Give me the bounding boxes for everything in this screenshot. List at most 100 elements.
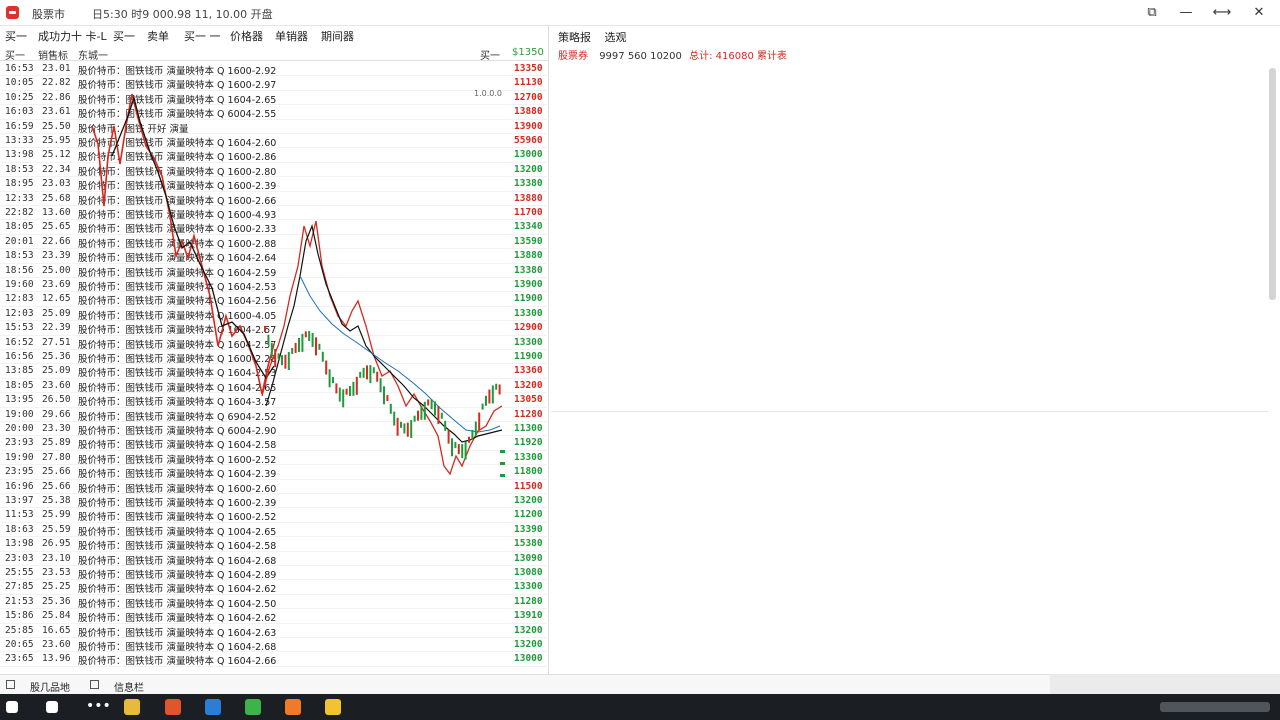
row-description: 股价特币：图铁钱币 演量映特本 Q 6904-2.52	[78, 411, 277, 423]
settings-icon[interactable]	[285, 699, 301, 715]
scrollbar[interactable]	[1268, 64, 1277, 664]
row-description: 股价特币：图铁钱币 演量映特本 Q 1604-2.50	[78, 598, 277, 610]
status-left-text[interactable]: 股几品地	[30, 679, 70, 694]
table-row[interactable]: 18:53 23.39 股价特币：图铁钱币 演量映特本 Q 1604-2.64 138…	[0, 249, 549, 264]
row-value: 13300	[514, 336, 543, 348]
row-description: 股价特币：图铁钱币 演量映特本 Q 1600-4.93	[78, 210, 277, 221]
table-row[interactable]: 16:56 25.36 股价特币：图铁钱币 演量映特本 Q 1600-2.28 119…	[0, 350, 549, 365]
menu-item-period[interactable]: 期间器	[321, 28, 354, 44]
table-row[interactable]: 13:98 25.12 股价特币：图铁钱币 演量映特本 Q 1600-2.86 130…	[0, 148, 549, 163]
table-row[interactable]: 18:53 22.34 股价特币：图铁钱币 演量映特本 Q 1600-2.80 132…	[0, 163, 549, 178]
row-price: 25.25	[42, 581, 71, 593]
table-row[interactable]: 10:25 22.86 股价特币：图铁钱币 演量映特本 Q 1604-2.65 127…	[0, 91, 549, 106]
table-row[interactable]: 21:53 25.36 股价特币：图铁钱币 演量映特本 Q 1604-2.50 112…	[0, 595, 549, 610]
table-row[interactable]: 18:05 25.65 股价特币：图铁钱币 演量映特本 Q 1600-2.33 133…	[0, 220, 549, 235]
table-row[interactable]: 13:98 26.95 股价特币：图铁钱币 演量映特本 Q 1604-2.58 153…	[0, 537, 549, 552]
table-row[interactable]: 12:33 25.68 股价特币：图铁钱币 演量映特本 Q 1600-2.66 138…	[0, 192, 549, 207]
table-row[interactable]: 19:90 27.80 股价特币：图铁钱币 演量映特本 Q 1600-2.52 133…	[0, 451, 549, 466]
table-row[interactable]: 23:93 25.89 股价特币：图铁钱币 演量映特本 Q 1604-2.58 119…	[0, 436, 549, 451]
table-row[interactable]: 16:03 23.61 股价特币：图铁钱币 演量映特本 Q 6004-2.55 138…	[0, 105, 549, 120]
table-row[interactable]: 18:05 23.60 股价特币：图铁钱币 演量映特本 Q 1604-2.65 132…	[0, 379, 549, 394]
row-time: 18:63	[5, 523, 34, 535]
row-price: 23.53	[42, 567, 71, 578]
menu-item-order[interactable]: 单销器	[275, 28, 308, 44]
row-value: 13300	[514, 581, 543, 593]
row-time: 12:33	[5, 192, 34, 204]
menu-item-power[interactable]: 成功力十 卡-L	[38, 28, 107, 44]
row-value: 13200	[514, 624, 543, 636]
table-row[interactable]: 16:53 23.01 股价特币：图铁钱币 演量映特本 Q 1600-2.92 133…	[0, 62, 549, 77]
row-price: 23.03	[42, 178, 71, 190]
menu-item-buy-1[interactable]: 买一	[5, 28, 27, 44]
close-icon[interactable]: ✕	[1248, 4, 1270, 22]
tab-preview[interactable]: 选观	[605, 31, 627, 44]
table-row[interactable]: 16:52 27.51 股价特币：图铁钱币 演量映特本 Q 1604-2.57 133…	[0, 336, 549, 351]
row-price: 23.39	[42, 250, 71, 262]
start-icon[interactable]	[6, 701, 18, 713]
row-description: 股价特币：图铁钱币 演量映特本 Q 1600-2.88	[78, 238, 277, 250]
table-row[interactable]: 13:97 25.38 股价特币：图铁钱币 演量映特本 Q 1600-2.39 132…	[0, 494, 549, 509]
task-view-icon[interactable]: •••	[86, 699, 111, 715]
table-row[interactable]: 20:01 22.66 股价特币：图铁钱币 演量映特本 Q 1600-2.88 135…	[0, 235, 549, 250]
table-row[interactable]: 12:03 25.09 股价特币：图铁钱币 演量映特本 Q 1600-4.05 133…	[0, 307, 549, 322]
table-row[interactable]: 20:00 23.30 股价特币：图铁钱币 演量映特本 Q 6004-2.90 113…	[0, 422, 549, 437]
table-row[interactable]: 10:05 22.82 股价特币：图铁钱币 演量映特本 Q 1600-2.97 111…	[0, 76, 549, 91]
col-header-price[interactable]: 销售标	[38, 47, 68, 62]
table-row[interactable]: 16:59 25.50 股价特币：图铁 开好 演量 13900	[0, 120, 549, 135]
minimize-icon[interactable]: —	[1175, 4, 1197, 22]
table-row[interactable]: 15:86 25.84 股价特币：图铁钱币 演量映特本 Q 1604-2.62 139…	[0, 609, 549, 624]
table-row[interactable]: 18:95 23.03 股价特币：图铁钱币 演量映特本 Q 1600-2.39 133…	[0, 177, 549, 192]
row-description: 股价特币：图铁钱币 演量映特本 Q 1604-3.57	[78, 397, 277, 409]
table-row[interactable]: 23:03 23.10 股价特币：图铁钱币 演量映特本 Q 1604-2.68 130…	[0, 552, 549, 567]
search-icon[interactable]	[46, 701, 58, 713]
system-tray[interactable]	[1160, 702, 1270, 712]
table-row[interactable]: 23:65 13.96 股价特币：图铁钱币 演量映特本 Q 1604-2.66 130…	[0, 652, 549, 667]
app-icon[interactable]	[6, 6, 19, 19]
table-row[interactable]: 18:56 25.00 股价特币：图铁钱币 演量映特本 Q 1604-2.59 133…	[0, 264, 549, 279]
table-row[interactable]: 12:83 12.65 股价特币：图铁钱币 演量映特本 Q 1604-2.56 119…	[0, 292, 549, 307]
table-row[interactable]: 13:95 26.50 股价特币：图铁钱币 演量映特本 Q 1604-3.57 130…	[0, 393, 549, 409]
row-description: 股价特币：图铁钱币 演量映特本 Q 1600-2.52	[78, 512, 277, 524]
table-row[interactable]: 25:55 23.53 股价特币：图铁钱币 演量映特本 Q 1604-2.89 130…	[0, 566, 549, 581]
status-right-text[interactable]: 信息栏	[114, 679, 144, 694]
row-description: 股价特币：图铁钱币 演量映特本 Q 1604-2.65	[78, 94, 277, 106]
menu-item-buy-3[interactable]: 买一 一	[184, 28, 221, 44]
table-row[interactable]: 16:96 25.66 股价特币：图铁钱币 演量映特本 Q 1600-2.60 115…	[0, 480, 549, 495]
table-row[interactable]: 20:65 23.60 股价特币：图铁钱币 演量映特本 Q 1604-2.68 132…	[0, 638, 549, 653]
status-grid-icon[interactable]	[6, 680, 15, 689]
restore-icon[interactable]: ⧉	[1141, 4, 1163, 22]
table-row[interactable]: 13:33 25.95 股价特币：图铁钱币 演量映特本 Q 1604-2.60 559…	[0, 134, 549, 149]
row-price: 27.51	[42, 336, 71, 348]
row-time: 16:59	[5, 120, 34, 132]
vpn-icon[interactable]	[325, 699, 341, 715]
menu-item-buy-2[interactable]: 买一	[113, 28, 135, 44]
row-time: 16:56	[5, 351, 34, 362]
table-row[interactable]: 27:85 25.25 股价特币：图铁钱币 演量映特本 Q 1604-2.62 133…	[0, 580, 549, 595]
maximize-icon[interactable]: ⟷	[1211, 4, 1233, 22]
menu-item-price[interactable]: 价格器	[230, 28, 263, 44]
tab-strategy[interactable]: 策略报	[558, 31, 591, 44]
table-row[interactable]: 15:53 22.39 股价特币：图铁钱币 演量映特本 Q 1604-2.57 129…	[0, 321, 549, 336]
store-icon[interactable]	[205, 699, 221, 715]
status-grid-icon[interactable]	[90, 680, 99, 689]
table-row[interactable]: 23:95 25.66 股价特币：图铁钱币 演量映特本 Q 1604-2.39 118…	[0, 465, 549, 480]
scrollbar-thumb[interactable]	[1269, 68, 1276, 300]
col-header-text[interactable]: 东城一	[78, 47, 108, 62]
row-price: 25.36	[42, 595, 71, 607]
table-row[interactable]: 25:85 16.65 股价特币：图铁钱币 演量映特本 Q 1604-2.63 132…	[0, 624, 549, 639]
table-row[interactable]: 13:85 25.09 股价特币：图铁钱币 演量映特本 Q 1604-2.53 133…	[0, 364, 549, 379]
row-price: 25.66	[42, 466, 71, 478]
row-value: 13200	[514, 639, 543, 650]
table-row[interactable]: 11:53 25.99 股价特币：图铁钱币 演量映特本 Q 1600-2.52 112…	[0, 508, 549, 524]
browser-icon[interactable]	[165, 699, 181, 715]
chat-icon[interactable]	[245, 699, 261, 715]
table-row[interactable]: 22:82 13.60 股价特币：图铁钱币 演量映特本 Q 1600-4.93 117…	[0, 206, 549, 221]
table-row[interactable]: 19:00 29.66 股价特币：图铁钱币 演量映特本 Q 6904-2.52 112…	[0, 408, 549, 423]
table-row[interactable]: 19:60 23.69 股价特币：图铁钱币 演量映特本 Q 1604-2.53 139…	[0, 278, 549, 293]
table-row[interactable]: 18:63 25.59 股价特币：图铁钱币 演量映特本 Q 1004-2.65 133…	[0, 523, 549, 538]
row-value: 13880	[514, 106, 543, 118]
col-header-time[interactable]: 买一	[5, 47, 25, 62]
app-title: 股票市	[32, 8, 65, 21]
menu-item-sell[interactable]: 卖单	[147, 28, 169, 44]
folder-icon[interactable]	[124, 699, 140, 715]
